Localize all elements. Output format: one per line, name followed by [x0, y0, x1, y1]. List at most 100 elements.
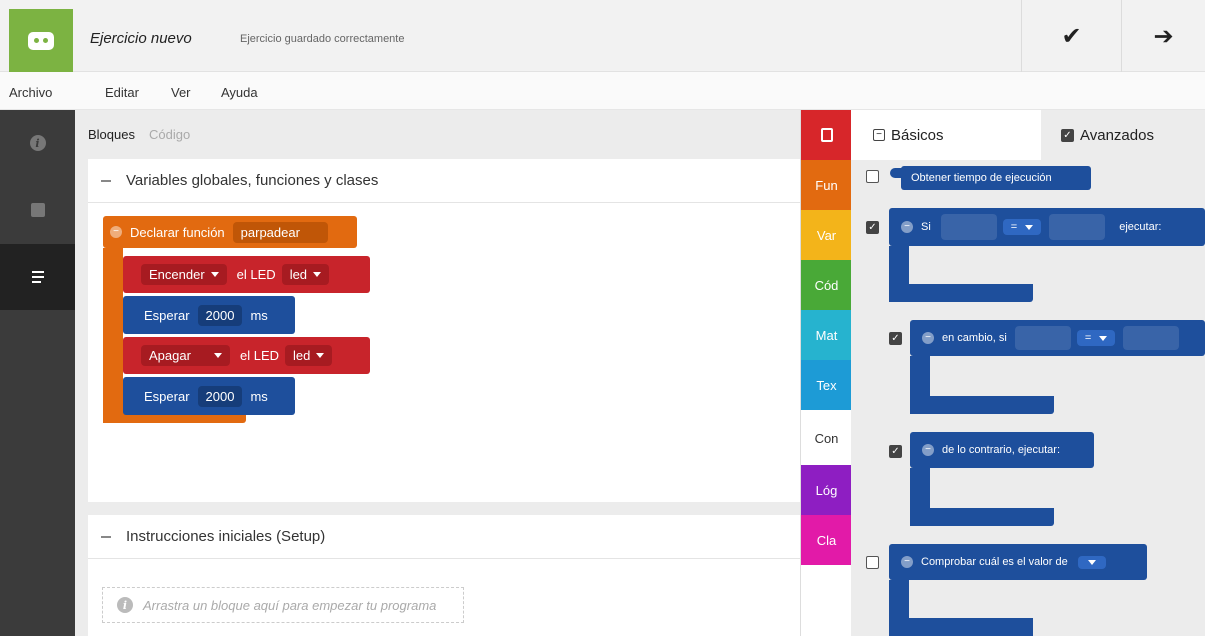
category-label: Cód	[814, 277, 839, 293]
tab-basicos[interactable]: − Básicos	[851, 110, 1041, 160]
category-fun[interactable]: Fun	[801, 160, 852, 210]
led-dropdown[interactable]: led	[285, 345, 333, 366]
menu-archivo[interactable]: Archivo	[9, 85, 52, 100]
tab-bloques[interactable]: Bloques	[88, 127, 135, 142]
function-header: − Declarar función parpadear	[110, 216, 332, 248]
category-cod[interactable]: Cód	[801, 260, 852, 310]
checkbox-switch[interactable]	[866, 556, 879, 569]
collapse-block-icon[interactable]: −	[922, 444, 934, 456]
block-switch[interactable]: − Comprobar cuál es el valor de	[889, 544, 1147, 580]
checkbox-elseif[interactable]: ✓	[889, 332, 902, 345]
switch-label: Comprobar cuál es el valor de	[921, 556, 1068, 568]
workspace: Bloques Código Variables globales, funci…	[75, 110, 800, 636]
wait-label: Esperar	[144, 307, 190, 323]
runtime-label: Obtener tiempo de ejecución	[911, 172, 1052, 184]
menu-editar[interactable]: Editar	[105, 85, 139, 100]
chevron-down-icon	[1087, 559, 1096, 565]
next-button[interactable]: ➔	[1121, 0, 1205, 72]
tab-label: Avanzados	[1080, 126, 1154, 144]
collapse-block-icon[interactable]: −	[110, 226, 122, 238]
category-cla[interactable]: Cla	[801, 515, 852, 565]
value-socket[interactable]	[1123, 326, 1180, 350]
category-mat[interactable]: Mat	[801, 310, 852, 360]
category-log[interactable]: Lóg	[801, 465, 852, 515]
checkbox-runtime[interactable]	[866, 170, 879, 183]
chip-icon	[820, 128, 833, 142]
sidebar-hardware-button[interactable]	[0, 177, 75, 243]
chevron-down-icon	[214, 353, 222, 358]
check-button[interactable]: ✔	[1021, 0, 1121, 72]
chip-icon	[30, 203, 45, 217]
led-label: el LED	[240, 348, 280, 363]
app-logo[interactable]	[9, 9, 73, 73]
category-label: Con	[814, 430, 839, 446]
function-name-field[interactable]: parpadear	[232, 221, 328, 243]
checkbox-checked-icon: ✓	[1061, 128, 1074, 142]
menu-bar: Archivo Editar Ver Ayuda	[0, 72, 1205, 110]
value-socket[interactable]	[1014, 326, 1071, 350]
setup-header[interactable]: Instrucciones iniciales (Setup)	[88, 515, 800, 559]
category-label: Cla	[816, 532, 837, 548]
value-socket[interactable]	[940, 214, 997, 240]
collapse-block-icon[interactable]: −	[901, 556, 913, 568]
wait-unit: ms	[250, 307, 268, 323]
operator-dropdown[interactable]: =	[1002, 219, 1042, 235]
wait-value-field[interactable]: 2000	[197, 304, 243, 326]
category-tex[interactable]: Tex	[801, 360, 852, 410]
block-elseif-foot	[910, 396, 1054, 414]
value-socket[interactable]	[1049, 214, 1106, 240]
operator-dropdown[interactable]: =	[1076, 330, 1116, 346]
drop-zone[interactable]: i Arrastra un bloque aquí para empezar t…	[102, 587, 464, 623]
menu-ver[interactable]: Ver	[171, 85, 191, 100]
info-icon: i	[29, 135, 46, 151]
document-title[interactable]: Ejercicio nuevo	[90, 30, 192, 47]
tab-avanzados[interactable]: ✓ Avanzados	[1041, 110, 1205, 160]
category-label: Var	[816, 227, 837, 243]
led-dropdown[interactable]: led	[281, 264, 330, 285]
block-if[interactable]: − Si = ejecutar:	[889, 208, 1205, 246]
operator-label: =	[1084, 332, 1092, 344]
block-else-if[interactable]: − en cambio, si =	[910, 320, 1205, 356]
block-else-foot	[910, 508, 1054, 526]
action-label: Encender	[149, 267, 205, 282]
block-if-foot	[889, 284, 1033, 302]
statement-wait[interactable]: Esperar 2000 ms	[123, 377, 295, 415]
statement-turn-off[interactable]: Apagar el LED led	[123, 337, 370, 374]
collapse-block-icon[interactable]: −	[922, 332, 934, 344]
block-switch-foot	[889, 618, 1033, 636]
sidebar-code-button[interactable]	[0, 244, 75, 310]
block-runtime[interactable]: Obtener tiempo de ejecución	[901, 166, 1091, 190]
drop-zone-text: Arrastra un bloque aquí para empezar tu …	[143, 597, 437, 613]
collapse-box-icon: −	[873, 129, 885, 141]
category-var[interactable]: Var	[801, 210, 852, 260]
globals-section: Variables globales, funciones y clases −…	[88, 159, 800, 502]
category-hardware[interactable]	[801, 110, 852, 160]
robot-logo-icon	[28, 32, 54, 50]
action-dropdown[interactable]: Encender	[141, 264, 227, 285]
menu-ayuda[interactable]: Ayuda	[221, 85, 258, 100]
action-dropdown[interactable]: Apagar	[141, 345, 230, 366]
collapse-block-icon[interactable]: −	[901, 221, 913, 233]
collapse-icon[interactable]	[101, 535, 111, 538]
checkbox-else[interactable]: ✓	[889, 445, 902, 458]
globals-header[interactable]: Variables globales, funciones y clases	[88, 159, 800, 203]
wait-unit: ms	[250, 388, 268, 404]
tab-codigo[interactable]: Código	[149, 127, 190, 142]
category-label: Tex	[816, 377, 837, 393]
globals-title: Variables globales, funciones y clases	[126, 172, 379, 189]
block-else[interactable]: − de lo contrario, ejecutar:	[910, 432, 1094, 468]
chevron-down-icon	[1025, 224, 1034, 230]
top-bar: Ejercicio nuevo Ejercicio guardado corre…	[0, 0, 1205, 73]
wait-value-field[interactable]: 2000	[197, 385, 243, 407]
info-icon: i	[117, 597, 133, 613]
category-con[interactable]: Con	[801, 413, 852, 463]
checkbox-if[interactable]: ✓	[866, 221, 879, 234]
switch-dropdown[interactable]	[1077, 555, 1106, 569]
statement-turn-on[interactable]: Encender el LED led	[123, 256, 370, 293]
chevron-down-icon	[313, 272, 322, 277]
target-label: led	[293, 348, 311, 363]
statement-wait[interactable]: Esperar 2000 ms	[123, 296, 295, 334]
sidebar-info-button[interactable]: i	[0, 110, 75, 176]
chevron-down-icon	[316, 353, 325, 358]
collapse-icon[interactable]	[101, 179, 111, 182]
